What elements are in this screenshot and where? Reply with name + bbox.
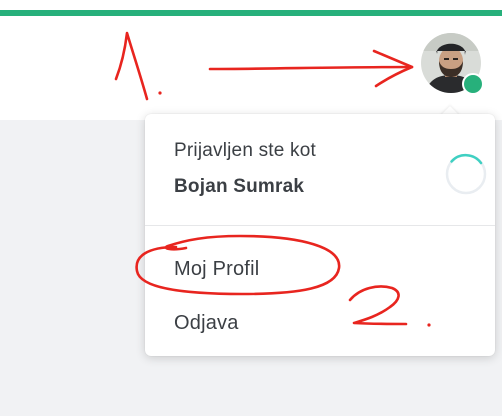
- signed-in-label: Prijavljen ste kot: [174, 140, 316, 161]
- top-strip: [0, 0, 502, 10]
- user-name: Bojan Sumrak: [174, 176, 305, 197]
- loading-spinner-icon: [445, 153, 487, 195]
- menu-item-logout[interactable]: Odjava: [174, 312, 239, 335]
- dropdown-divider: [145, 225, 495, 226]
- online-status-icon: [462, 73, 484, 95]
- menu-item-profile[interactable]: Moj Profil: [174, 258, 259, 281]
